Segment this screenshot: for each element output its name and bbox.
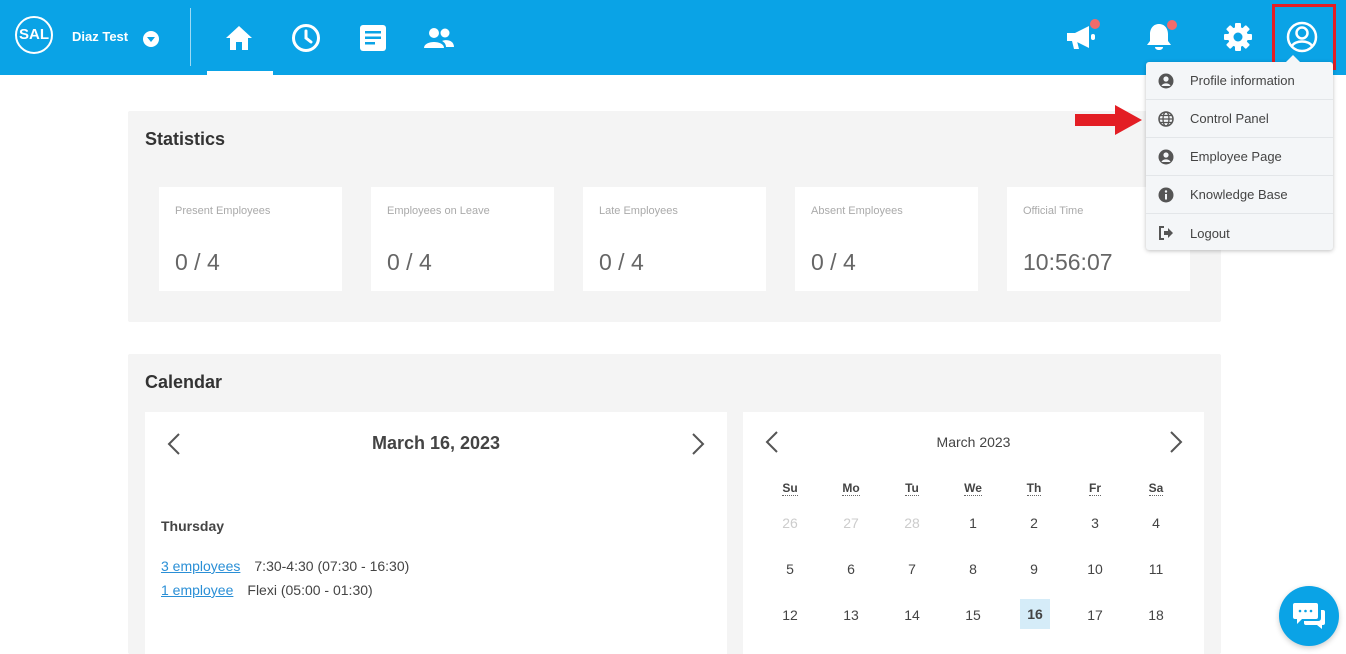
users-icon[interactable] [419, 18, 459, 58]
calendar-date[interactable]: 5 [775, 554, 805, 584]
shift-row: 3 employees 7:30-4:30 (07:30 - 16:30) [161, 558, 409, 574]
menu-item-control-panel[interactable]: Control Panel [1146, 100, 1333, 138]
notification-badge [1167, 20, 1177, 30]
chat-icon [1293, 603, 1325, 629]
day-view-date: March 16, 2023 [371, 433, 501, 453]
chat-button[interactable] [1279, 586, 1339, 646]
calendar-date[interactable]: 11 [1141, 554, 1171, 584]
user-menu-highlight [1272, 4, 1336, 70]
document-icon[interactable] [353, 18, 393, 58]
calendar-date[interactable]: 28 [897, 508, 927, 538]
weekday-header: Sa [1148, 481, 1164, 496]
chevron-right-icon[interactable] [1169, 430, 1183, 459]
calendar-date[interactable]: 3 [1080, 508, 1110, 538]
gear-icon[interactable] [1218, 17, 1258, 57]
stat-on-leave: Employees on Leave 0 / 4 [371, 187, 554, 291]
calendar-date[interactable]: 26 [775, 508, 805, 538]
calendar-date[interactable]: 10 [1080, 554, 1110, 584]
shift-time: Flexi (05:00 - 01:30) [247, 582, 373, 598]
announcement-badge [1090, 19, 1100, 29]
stat-value: 0 / 4 [387, 249, 432, 275]
info-icon [1158, 187, 1174, 203]
menu-item-label: Knowledge Base [1190, 187, 1288, 202]
calendar-date[interactable]: 18 [1141, 600, 1171, 630]
calendar-date[interactable]: 12 [775, 600, 805, 630]
calendar-title: Calendar [145, 372, 223, 392]
nav-active-indicator [207, 71, 273, 75]
stat-value: 0 / 4 [811, 249, 856, 275]
month-view-title: March 2023 [936, 434, 1011, 450]
user-icon [1158, 149, 1174, 165]
menu-item-label: Profile information [1190, 73, 1295, 88]
stat-late: Late Employees 0 / 4 [583, 187, 766, 291]
shift-row: 1 employee Flexi (05:00 - 01:30) [161, 582, 373, 598]
weekday-header: Fr [1089, 481, 1101, 496]
weekday-header: Mo [842, 481, 860, 496]
header-divider [190, 8, 191, 66]
calendar-date[interactable]: 2 [1019, 508, 1049, 538]
user-dropdown-menu: Profile information Control Panel Employ… [1146, 55, 1333, 252]
month-view-panel: March 2023 Su Mo Tu We Th Fr Sa 26 27 28… [743, 412, 1204, 654]
statistics-title: Statistics [145, 129, 226, 149]
weekday-header: Th [1026, 481, 1042, 496]
calendar-date[interactable]: 14 [897, 600, 927, 630]
user-icon [1158, 73, 1174, 89]
stat-label: Absent Employees [811, 205, 903, 217]
stat-absent: Absent Employees 0 / 4 [795, 187, 978, 291]
calendar-date[interactable]: 17 [1080, 600, 1110, 630]
home-icon[interactable] [219, 18, 259, 58]
weekday-header: We [964, 481, 982, 496]
calendar-date[interactable]: 9 [1019, 554, 1049, 584]
top-bar: SAL Diaz Test [0, 0, 1346, 75]
menu-item-label: Control Panel [1190, 111, 1269, 126]
company-name[interactable]: Diaz Test [72, 29, 128, 44]
calendar-date[interactable]: 27 [836, 508, 866, 538]
globe-icon [1158, 110, 1174, 127]
menu-item-profile-information[interactable]: Profile information [1146, 62, 1333, 100]
menu-item-logout[interactable]: Logout [1146, 214, 1333, 252]
calendar-date[interactable]: 1 [958, 508, 988, 538]
menu-item-label: Employee Page [1190, 149, 1282, 164]
logout-icon [1158, 225, 1174, 241]
calendar-date[interactable]: 13 [836, 600, 866, 630]
calendar-date[interactable]: 7 [897, 554, 927, 584]
weekday-header: Tu [905, 481, 919, 496]
stat-label: Late Employees [599, 205, 678, 217]
stat-value: 10:56:07 [1023, 249, 1113, 275]
chevron-right-icon[interactable] [691, 432, 705, 461]
weekday-header: Su [782, 481, 798, 496]
shift-time: 7:30-4:30 (07:30 - 16:30) [254, 558, 410, 574]
company-logo: SAL [15, 16, 53, 54]
menu-item-employee-page[interactable]: Employee Page [1146, 138, 1333, 176]
clock-icon[interactable] [286, 18, 326, 58]
employees-link[interactable]: 3 employees [161, 558, 240, 574]
stat-value: 0 / 4 [175, 249, 220, 275]
day-view-weekday: Thursday [161, 518, 225, 534]
employees-link[interactable]: 1 employee [161, 582, 233, 598]
menu-item-label: Logout [1190, 225, 1230, 241]
calendar-date[interactable]: 4 [1141, 508, 1171, 538]
chevron-down-icon[interactable] [143, 31, 159, 47]
stat-label: Employees on Leave [387, 205, 490, 217]
day-view-panel: March 16, 2023 Thursday 3 employees 7:30-… [145, 412, 727, 654]
menu-item-knowledge-base[interactable]: Knowledge Base [1146, 176, 1333, 214]
calendar-date[interactable]: 15 [958, 600, 988, 630]
stat-value: 0 / 4 [599, 249, 644, 275]
calendar-date-selected[interactable]: 16 [1020, 599, 1050, 629]
red-arrow-annotation [1075, 104, 1143, 141]
calendar-date[interactable]: 8 [958, 554, 988, 584]
calendar-date[interactable]: 6 [836, 554, 866, 584]
stat-label: Official Time [1023, 205, 1084, 217]
stat-label: Present Employees [175, 205, 271, 217]
stat-present: Present Employees 0 / 4 [159, 187, 342, 291]
